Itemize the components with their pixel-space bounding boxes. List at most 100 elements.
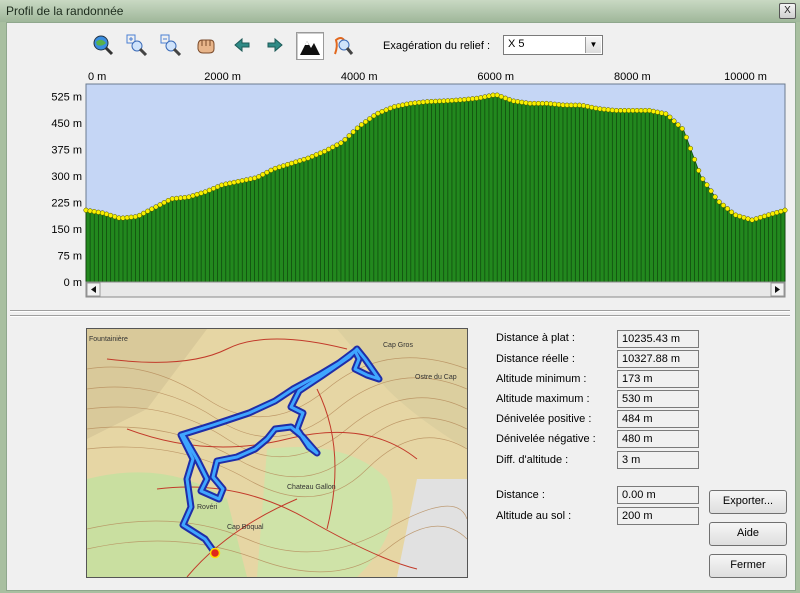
- profile-point: [671, 118, 677, 124]
- svg-text:Cap Gros: Cap Gros: [383, 342, 413, 349]
- profile-point: [782, 207, 788, 213]
- profile-point: [667, 114, 673, 120]
- profile-point: [247, 176, 254, 182]
- profile-point: [161, 200, 167, 206]
- denivelee-negative-label: Dénivelée négative :: [496, 433, 596, 445]
- profile-point: [145, 208, 151, 214]
- distance-label: Distance :: [496, 489, 545, 501]
- svg-text:Cap Boqual: Cap Boqual: [227, 524, 264, 531]
- profile-point: [585, 104, 591, 110]
- profile-point: [334, 142, 340, 148]
- x-tick-label: 0 m: [88, 71, 106, 83]
- profile-point: [486, 93, 492, 99]
- x-tick-label: 6000 m: [477, 71, 514, 83]
- svg-text:Ostre du Cap: Ostre du Cap: [415, 374, 457, 381]
- profile-point: [219, 182, 225, 188]
- topographic-map[interactable]: Fountainière Cap Gros Ostre du Cap Cap B…: [86, 328, 468, 578]
- y-tick-label: 150 m: [51, 224, 82, 236]
- profile-point: [358, 122, 365, 128]
- altitude-sol-label: Altitude au sol :: [496, 510, 572, 522]
- profile-point: [227, 180, 233, 186]
- y-tick-label: 525 m: [51, 91, 82, 103]
- distance-value: 0.00 m: [617, 486, 699, 504]
- profile-point: [474, 95, 480, 101]
- profile-point: [350, 129, 356, 135]
- profile-point: [404, 101, 410, 107]
- profile-point: [589, 104, 595, 110]
- divider: [10, 315, 790, 317]
- profile-point: [363, 119, 369, 125]
- profile-point: [264, 169, 270, 175]
- svg-text:Chateau Gallon: Chateau Gallon: [287, 484, 336, 491]
- altitude-min-label: Altitude minimum :: [496, 373, 587, 385]
- distance-plat-label: Distance à plat :: [496, 332, 575, 344]
- profile-point: [515, 99, 521, 105]
- x-tick-label: 8000 m: [614, 71, 651, 83]
- profile-point: [157, 202, 163, 208]
- x-tick-label: 4000 m: [341, 71, 378, 83]
- denivelee-negative-value: 480 m: [617, 430, 699, 448]
- altitude-max-value: 530 m: [617, 390, 699, 408]
- profile-point: [523, 100, 529, 106]
- help-button[interactable]: Aide: [709, 522, 787, 546]
- profile-point: [136, 212, 143, 218]
- distance-reelle-value: 10327.88 m: [617, 350, 699, 368]
- profile-point: [243, 177, 249, 183]
- y-tick-label: 450 m: [51, 118, 82, 130]
- profile-point: [338, 140, 344, 146]
- profile-point: [675, 122, 681, 128]
- profile-point: [95, 209, 101, 215]
- profile-point: [511, 98, 517, 104]
- profile-point: [342, 137, 348, 143]
- profile-point: [580, 103, 587, 109]
- profile-point: [326, 146, 332, 152]
- denivelee-positive-label: Dénivelée positive :: [496, 413, 592, 425]
- profile-point: [223, 181, 229, 187]
- profile-point: [728, 209, 735, 215]
- distance-plat-value: 10235.43 m: [617, 330, 699, 348]
- profile-point: [663, 111, 669, 117]
- profile-point: [354, 125, 360, 131]
- profile-point: [720, 202, 726, 208]
- y-tick-label: 75 m: [58, 250, 82, 262]
- altitude-sol-value: 200 m: [617, 507, 699, 525]
- profile-point: [153, 204, 159, 210]
- export-button[interactable]: Exporter...: [709, 490, 787, 514]
- profile-point: [704, 182, 710, 188]
- profile-point: [478, 95, 484, 101]
- profile-point: [371, 113, 377, 119]
- horizontal-scrollbar: [85, 281, 786, 298]
- divider: [10, 310, 790, 312]
- profile-point: [91, 209, 97, 215]
- profile-point: [182, 194, 188, 201]
- profile-point: [330, 144, 336, 150]
- svg-text:Rovéri: Rovéri: [197, 504, 218, 511]
- distance-reelle-label: Distance réelle :: [496, 353, 575, 365]
- x-tick-label: 10000 m: [724, 71, 767, 83]
- profile-point: [395, 103, 402, 109]
- profile-point: [696, 167, 702, 174]
- profile-point: [708, 188, 714, 194]
- profile-point: [679, 126, 685, 132]
- profile-point: [149, 206, 155, 212]
- profile-point: [593, 105, 599, 111]
- profile-point: [687, 145, 693, 151]
- y-tick-label: 375 m: [51, 144, 82, 156]
- altitude-max-label: Altitude maximum :: [496, 393, 590, 405]
- profile-point: [654, 109, 661, 115]
- profile-point: [650, 108, 656, 114]
- profile-point: [400, 102, 406, 108]
- diff-altitude-label: Diff. d'altitude :: [496, 454, 569, 466]
- altitude-min-value: 173 m: [617, 370, 699, 388]
- profile-point: [700, 176, 706, 182]
- profile-point: [691, 156, 698, 163]
- x-tick-label: 2000 m: [204, 71, 241, 83]
- profile-point: [646, 107, 652, 114]
- elevation-profile-chart: 0 m 2000 m 4000 m 6000 m 8000 m 10000 m 525 m 4…: [51, 71, 788, 298]
- profile-point: [141, 210, 147, 216]
- close-button[interactable]: Fermer: [709, 554, 787, 578]
- profile-point: [260, 172, 266, 178]
- profile-point: [391, 104, 397, 110]
- profile-point: [712, 194, 718, 200]
- profile-point: [519, 99, 525, 105]
